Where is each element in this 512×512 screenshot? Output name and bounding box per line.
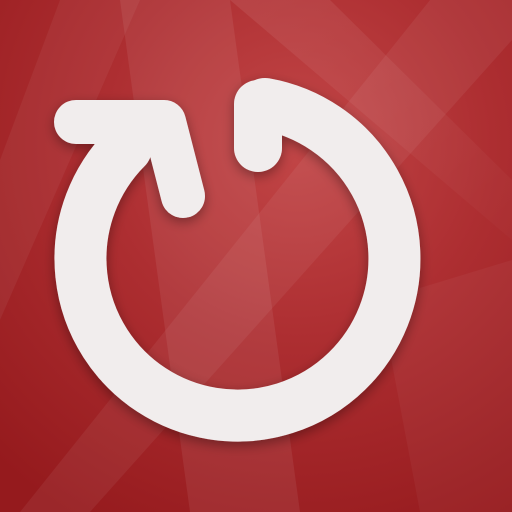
app-icon-tile — [0, 0, 512, 512]
refresh-icon-graphic — [0, 0, 512, 512]
